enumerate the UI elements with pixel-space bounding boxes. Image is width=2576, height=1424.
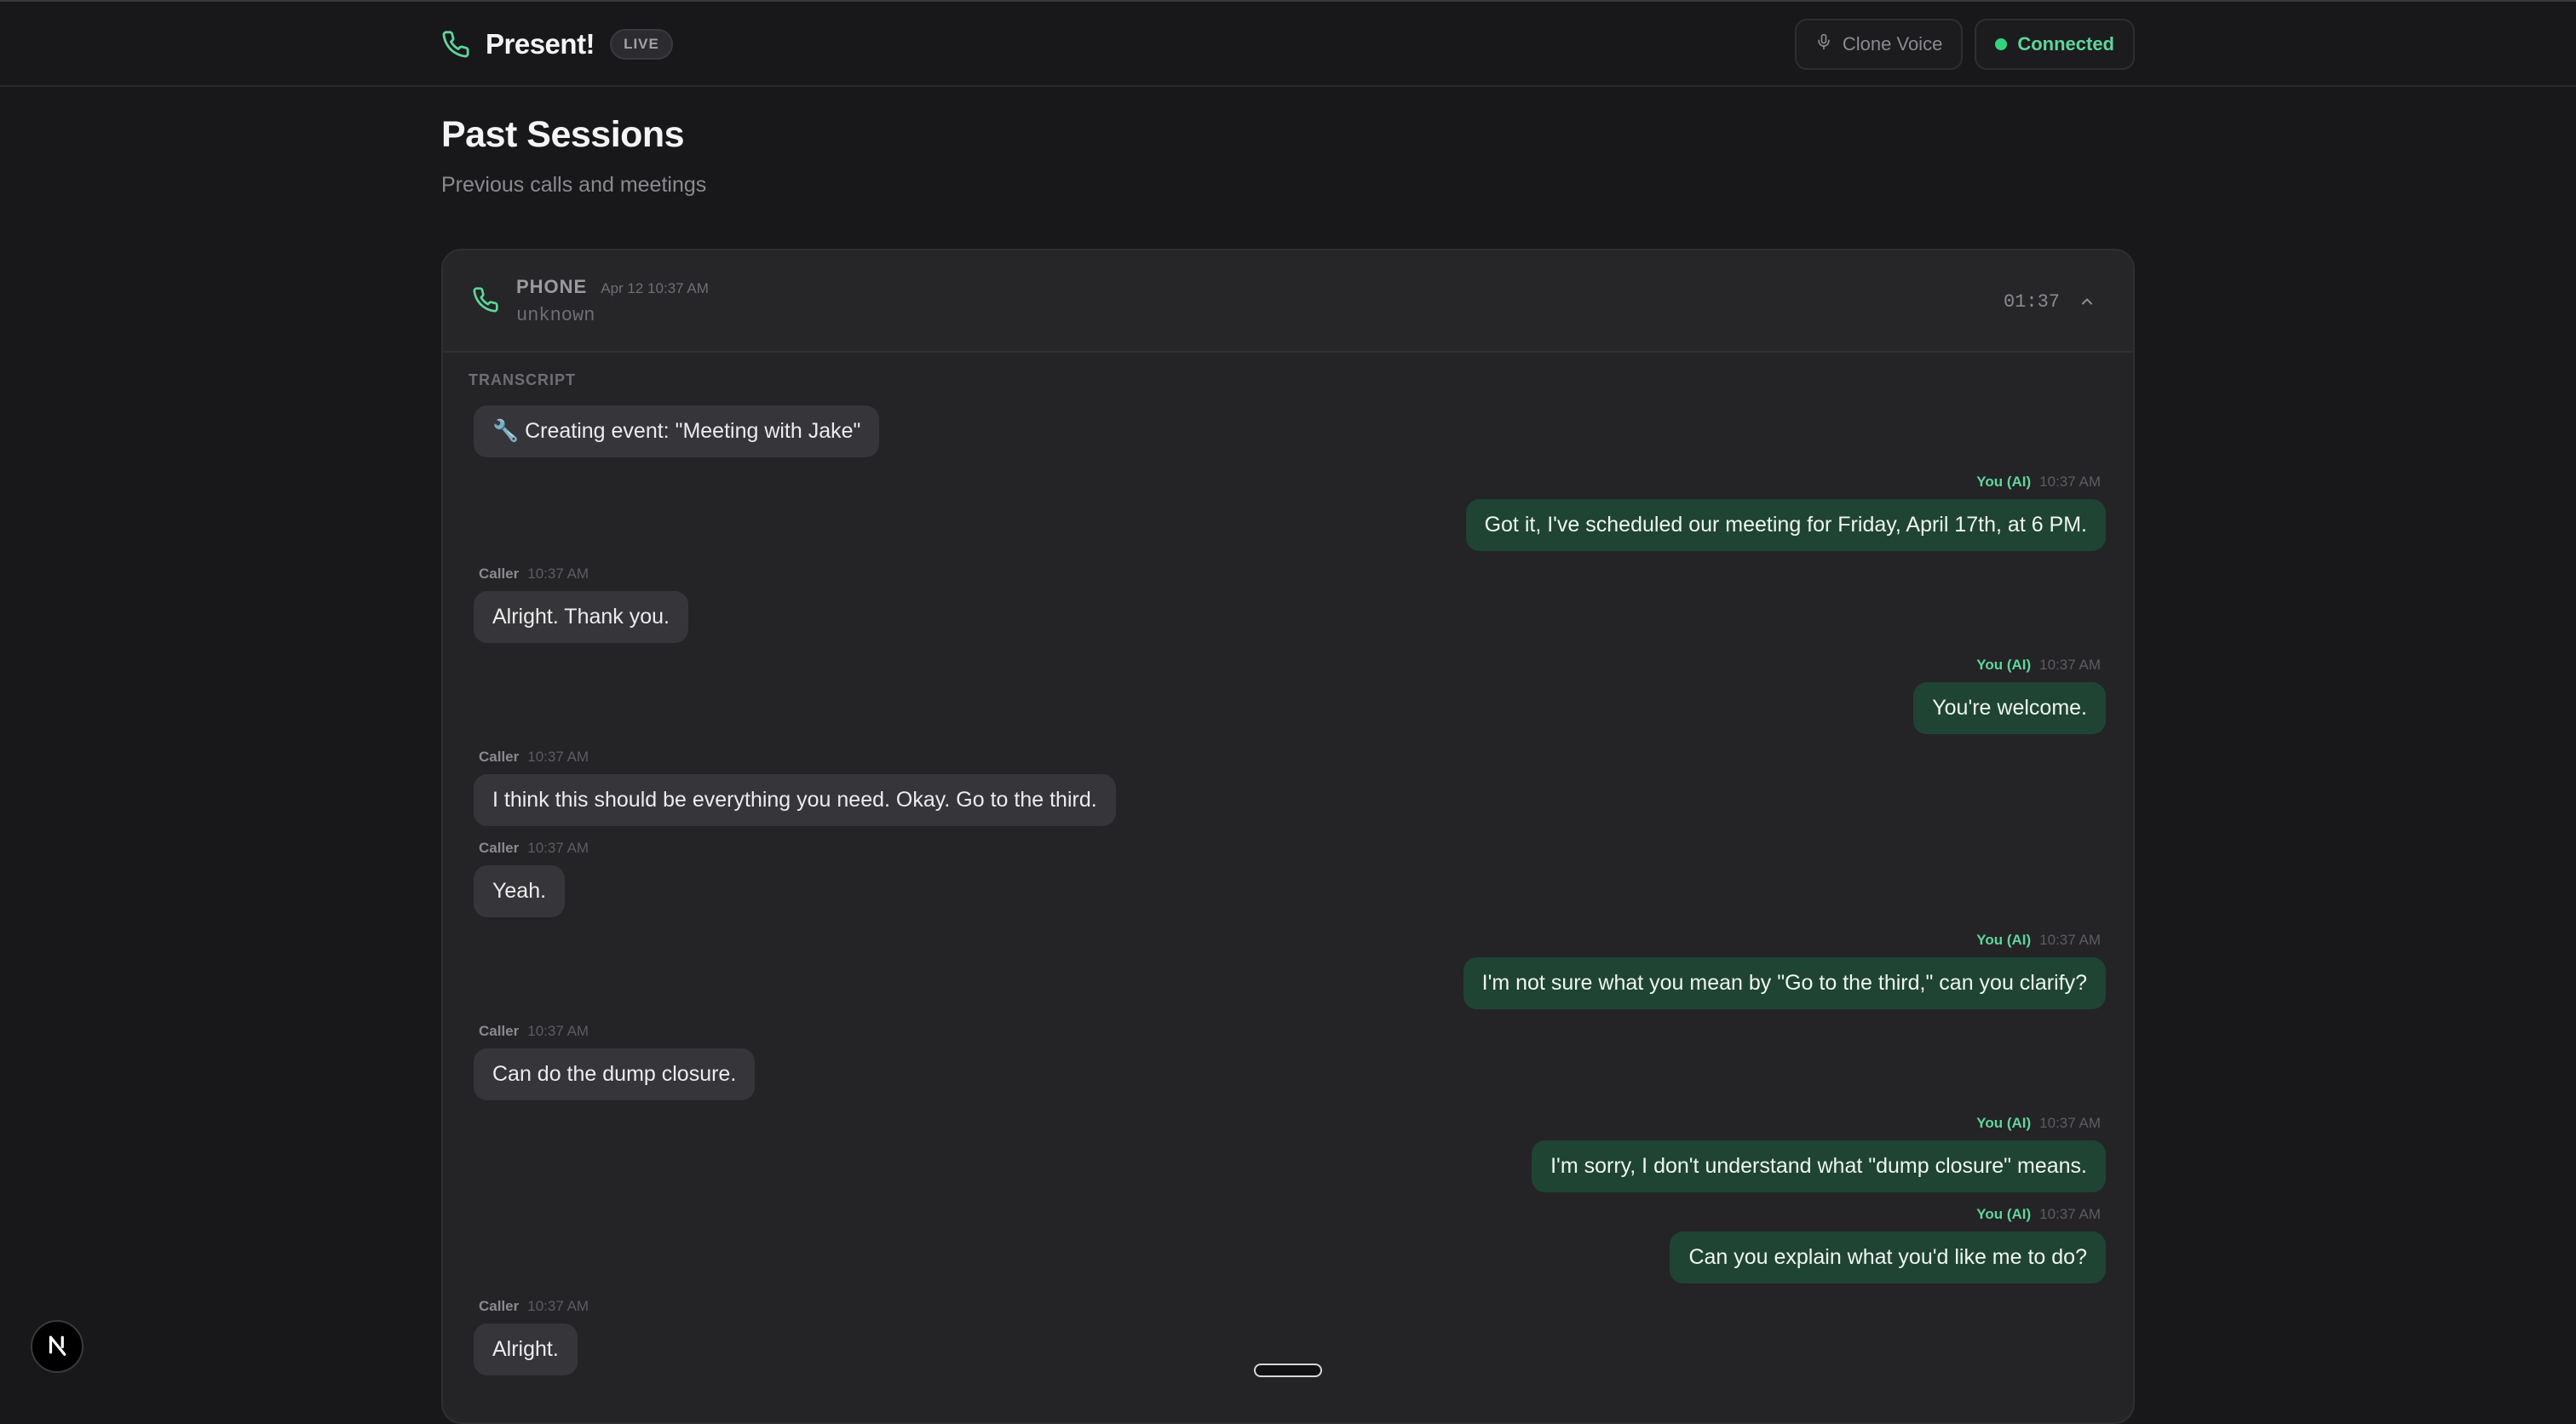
message-speaker: You (AI) <box>1976 1206 2032 1222</box>
message-bubble: 🔧 Creating event: "Meeting with Jake" <box>474 405 880 457</box>
message-bubble: Yeah. <box>474 865 566 917</box>
page-subtitle: Previous calls and meetings <box>441 173 707 197</box>
brand: Present! LIVE <box>441 2 673 87</box>
ai-message: You (AI) 10:37 AM Can you explain what yo… <box>1670 1206 2106 1283</box>
message-bubble: Alright. Thank you. <box>474 591 688 643</box>
ai-message: You (AI) 10:37 AM Got it, I've scheduled … <box>1465 474 2106 551</box>
clone-voice-label: Clone Voice <box>1842 33 1943 55</box>
page-heading: Past Sessions Previous calls and meeting… <box>441 114 706 198</box>
app-header: Present! LIVE Clone Voice Connected <box>0 2 2576 87</box>
caller-message: Caller 10:37 AM Alright. <box>474 1298 594 1375</box>
message-time: 10:37 AM <box>2039 657 2101 673</box>
message-time: 10:37 AM <box>527 1298 589 1314</box>
message-bubble: I'm sorry, I don't understand what "dump… <box>1532 1140 2106 1192</box>
caller-message: Caller 10:37 AM Yeah. <box>474 840 594 917</box>
session-card: PHONE Apr 12 10:37 AM unknown 01:37 TRAN… <box>441 249 2135 1424</box>
message-time: 10:37 AM <box>2039 1115 2101 1131</box>
session-right: 01:37 <box>2004 250 2096 353</box>
transcript: TRANSCRIPT 🔧 Creating event: "Meeting wi… <box>469 371 2111 1375</box>
message-speaker: You (AI) <box>1976 657 2032 673</box>
live-badge: LIVE <box>610 29 673 60</box>
tool-call-message: 🔧 Creating event: "Meeting with Jake" <box>474 405 880 457</box>
header-actions: Clone Voice Connected <box>1794 19 2135 70</box>
message-bubble: Can you explain what you'd like me to do… <box>1670 1232 2106 1283</box>
session-header[interactable]: PHONE Apr 12 10:37 AM unknown 01:37 <box>443 250 2133 353</box>
message-bubble: You're welcome. <box>1913 682 2106 734</box>
session-meta: PHONE Apr 12 10:37 AM unknown <box>516 276 709 326</box>
message-speaker: Caller <box>479 840 520 856</box>
message-bubble: I think this should be everything you ne… <box>474 774 1116 826</box>
session-date: Apr 12 10:37 AM <box>601 280 709 296</box>
phone-icon <box>441 30 470 59</box>
caller-message: Caller 10:37 AM I think this should be ev… <box>474 749 1116 826</box>
message-time: 10:37 AM <box>527 566 589 582</box>
session-caller: unknown <box>516 305 595 326</box>
chevron-up-icon[interactable] <box>2079 293 2096 310</box>
app-title: Present! <box>486 28 595 60</box>
transcript-label: TRANSCRIPT <box>469 371 576 388</box>
dev-tools-button[interactable] <box>31 1320 83 1373</box>
microphone-icon <box>1815 33 1832 55</box>
n-logo-icon <box>44 1332 70 1362</box>
message-time: 10:37 AM <box>527 749 589 765</box>
message-speaker: Caller <box>479 1023 520 1039</box>
connection-status: Connected <box>1975 19 2135 70</box>
message-speaker: Caller <box>479 749 520 765</box>
message-bubble: I'm not sure what you mean by "Go to the… <box>1463 957 2106 1009</box>
message-speaker: Caller <box>479 1298 520 1314</box>
message-time: 10:37 AM <box>2039 474 2101 490</box>
status-dot-icon <box>1995 38 2008 50</box>
message-bubble: Alright. <box>474 1324 578 1375</box>
caller-message: Caller 10:37 AM Alright. Thank you. <box>474 566 688 643</box>
message-speaker: You (AI) <box>1976 932 2032 948</box>
status-label: Connected <box>2017 33 2114 55</box>
message-time: 10:37 AM <box>2039 932 2101 948</box>
caller-message: Caller 10:37 AM Can do the dump closure. <box>474 1023 756 1100</box>
ai-message: You (AI) 10:37 AM I'm not sure what you m… <box>1463 932 2106 1009</box>
page-title: Past Sessions <box>441 114 685 155</box>
message-bubble: Can do the dump closure. <box>474 1048 756 1100</box>
clone-voice-button[interactable]: Clone Voice <box>1794 19 1964 70</box>
message-speaker: Caller <box>479 566 520 582</box>
session-type: PHONE <box>516 276 588 297</box>
ai-message: You (AI) 10:37 AM You're welcome. <box>1913 657 2106 734</box>
session-phone-icon <box>472 286 499 313</box>
scroll-handle[interactable] <box>1254 1364 1322 1377</box>
message-time: 10:37 AM <box>527 1023 589 1039</box>
message-time: 10:37 AM <box>527 840 589 856</box>
session-duration: 01:37 <box>2003 290 2060 313</box>
message-speaker: You (AI) <box>1976 474 2032 490</box>
ai-message: You (AI) 10:37 AM I'm sorry, I don't unde… <box>1532 1115 2106 1192</box>
message-speaker: You (AI) <box>1976 1115 2032 1131</box>
message-time: 10:37 AM <box>2039 1206 2101 1222</box>
message-bubble: Got it, I've scheduled our meeting for F… <box>1465 499 2106 551</box>
